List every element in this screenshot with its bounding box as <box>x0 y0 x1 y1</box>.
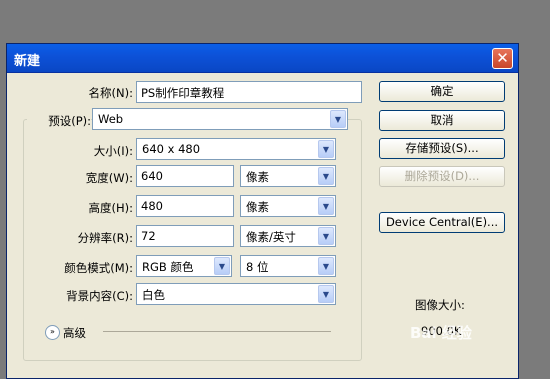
color-mode-value: RGB 颜色 <box>142 260 194 274</box>
preset-label: 预设(P): <box>27 113 91 129</box>
chevron-down-icon[interactable]: ▼ <box>214 257 230 275</box>
size-value: 640 x 480 <box>142 142 201 156</box>
chevron-down-icon[interactable]: ▼ <box>318 285 334 303</box>
size-select[interactable]: 640 x 480 ▼ <box>136 138 336 160</box>
save-preset-button[interactable]: 存储预设(S)... <box>379 138 505 159</box>
height-label: 高度(H): <box>88 201 134 215</box>
preset-select[interactable]: Web ▼ <box>92 108 348 130</box>
color-mode-label: 颜色模式(M): <box>64 261 133 275</box>
chevron-down-icon[interactable]: ▼ <box>318 257 334 275</box>
name-field[interactable]: PS制作印章教程 <box>136 81 362 103</box>
color-mode-select[interactable]: RGB 颜色 ▼ <box>136 255 232 277</box>
dialog-title: 新建 <box>14 54 41 69</box>
background-label: 背景内容(C): <box>66 289 133 303</box>
chevron-down-icon[interactable]: ▼ <box>318 197 334 215</box>
delete-preset-button: 删除预设(D)... <box>379 166 505 187</box>
height-unit-select[interactable]: 像素 ▼ <box>240 195 336 217</box>
advanced-label[interactable]: 高级 <box>63 325 86 341</box>
bit-depth-value: 8 位 <box>246 260 269 274</box>
name-label: 名称(N): <box>88 86 133 100</box>
height-field[interactable]: 480 <box>136 195 234 217</box>
preset-value: Web <box>98 112 124 126</box>
background-select[interactable]: 白色 ▼ <box>136 283 336 305</box>
background-value: 白色 <box>142 288 165 302</box>
chevron-down-icon[interactable]: ▼ <box>318 140 334 158</box>
chevron-down-icon[interactable]: ▼ <box>330 110 346 128</box>
resolution-unit-value: 像素/英寸 <box>246 230 296 244</box>
title-bar[interactable]: 新建 ✕ <box>7 44 518 73</box>
expand-advanced-icon[interactable]: » <box>45 325 60 340</box>
resolution-unit-select[interactable]: 像素/英寸 ▼ <box>240 225 336 247</box>
resolution-label: 分辨率(R): <box>77 231 133 245</box>
chevron-down-icon[interactable]: ▼ <box>318 227 334 245</box>
width-field[interactable]: 640 <box>136 165 234 187</box>
ok-button[interactable]: 确定 <box>379 81 505 102</box>
width-unit-value: 像素 <box>246 170 269 184</box>
image-size-label: 图像大小: <box>415 298 465 312</box>
width-label: 宽度(W): <box>85 171 133 185</box>
resolution-field[interactable]: 72 <box>136 225 234 247</box>
bit-depth-select[interactable]: 8 位 ▼ <box>240 255 336 277</box>
device-central-button[interactable]: Device Central(E)... <box>379 212 505 233</box>
chevron-down-icon[interactable]: ▼ <box>318 167 334 185</box>
watermark: Bai 经验 <box>410 324 472 342</box>
advanced-divider <box>103 331 331 332</box>
cancel-button[interactable]: 取消 <box>379 110 505 131</box>
width-unit-select[interactable]: 像素 ▼ <box>240 165 336 187</box>
close-icon: ✕ <box>496 49 509 67</box>
size-label: 大小(I): <box>93 144 133 158</box>
height-unit-value: 像素 <box>246 200 269 214</box>
close-button[interactable]: ✕ <box>492 48 513 69</box>
